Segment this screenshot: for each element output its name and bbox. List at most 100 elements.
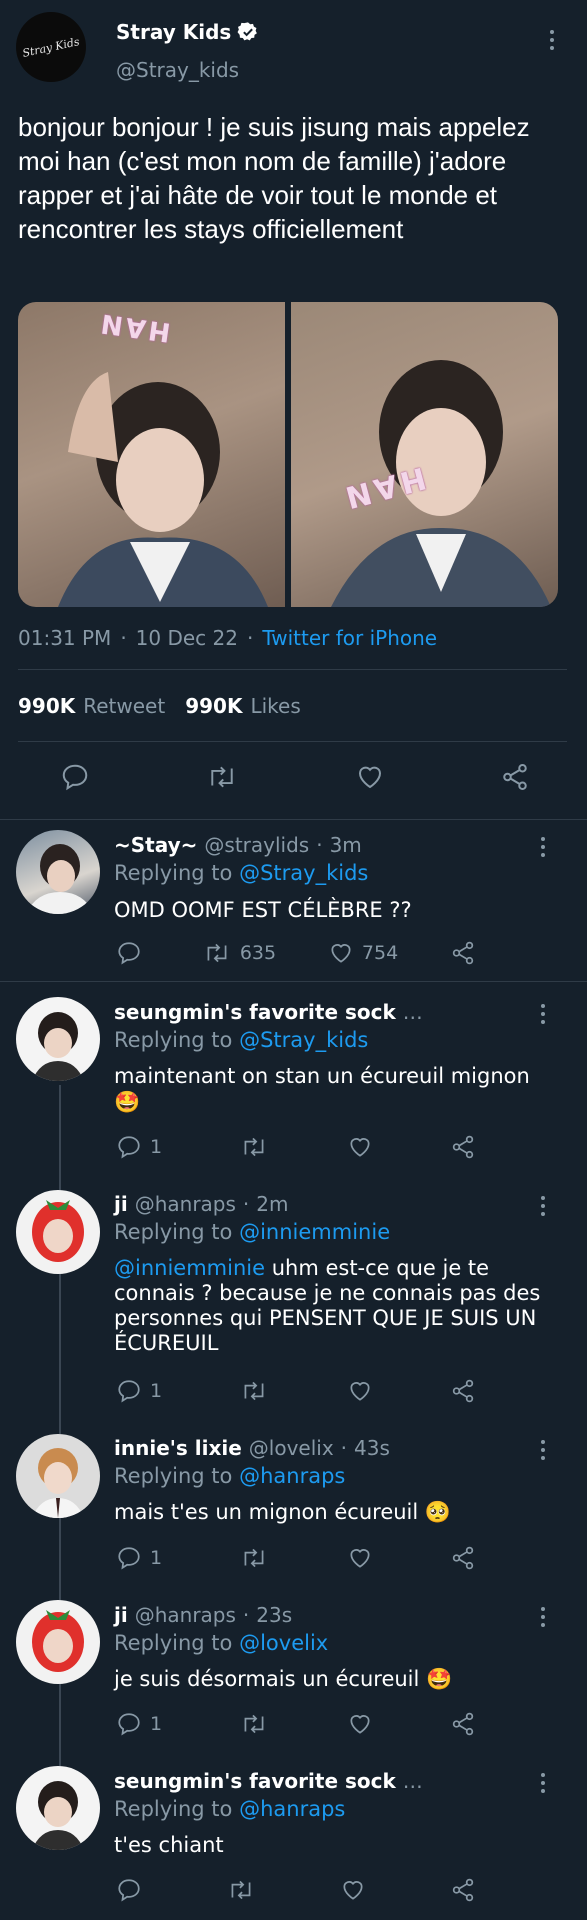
display-name[interactable]: Stray Kids (116, 20, 231, 44)
avatar[interactable] (16, 1434, 100, 1518)
more-icon[interactable] (539, 1607, 547, 1627)
tweet-media[interactable]: HAN HAN (18, 302, 558, 607)
avatar-portrait (32, 1781, 84, 1850)
reply-author-name[interactable]: innie's lixie (114, 1436, 242, 1460)
replying-to-mention[interactable]: @hanraps (239, 1464, 345, 1488)
divider (18, 669, 567, 670)
reply-button[interactable]: 1 (116, 1134, 162, 1160)
replying-to-mention[interactable]: @Stray_kids (239, 1028, 368, 1052)
reply-author-name[interactable]: seungmin's favorite sock (114, 1769, 396, 1793)
reply-header: ~Stay~ @straylids · 3m (114, 833, 362, 857)
like-icon (331, 944, 351, 963)
likes-count[interactable]: 990K (185, 694, 242, 718)
share-button[interactable] (450, 1711, 476, 1737)
share-button[interactable] (450, 1877, 476, 1903)
avatar[interactable] (16, 1190, 100, 1274)
reply-time: 2m (256, 1192, 289, 1216)
replying-to-mention[interactable]: @inniemminie (239, 1220, 390, 1244)
reply-text-block: je suis désormais un écureuil 🤩 (114, 1666, 554, 1692)
reply-icon[interactable] (60, 762, 90, 792)
reply-author-handle[interactable]: … (403, 1769, 423, 1793)
share-icon (452, 941, 474, 965)
reply-text-block: @inniemminie uhm est-ce que je te connai… (114, 1256, 554, 1356)
tweet-date: 10 Dec 22 (135, 626, 238, 650)
reply-separator: · (242, 1192, 250, 1216)
reply-author-handle[interactable]: @hanraps (135, 1603, 236, 1627)
more-icon[interactable] (539, 1004, 547, 1024)
retweet-icon[interactable] (205, 762, 239, 792)
replying-to-mention[interactable]: @Stray_kids (239, 861, 368, 885)
like-button[interactable] (347, 1711, 373, 1737)
replying-to-mention[interactable]: @lovelix (239, 1631, 328, 1655)
photo-right-figure (331, 360, 551, 607)
like-icon (350, 1138, 370, 1157)
retweet-count: 635 (239, 942, 277, 964)
more-icon[interactable] (539, 1440, 547, 1460)
retweet-button[interactable] (239, 1378, 269, 1404)
more-icon[interactable] (548, 30, 556, 50)
divider (0, 819, 587, 820)
reply-author-name[interactable]: ji (114, 1603, 128, 1627)
like-button[interactable]: 754 (328, 940, 398, 966)
more-icon[interactable] (539, 837, 547, 857)
reply-button[interactable]: 1 (116, 1711, 162, 1737)
reply-author-name[interactable]: ~Stay~ (114, 833, 197, 857)
like-button[interactable] (340, 1877, 366, 1903)
reply-text-mention[interactable]: @inniemminie (114, 1256, 265, 1280)
share-icon (452, 1712, 474, 1736)
more-icon[interactable] (539, 1196, 547, 1216)
likes-label[interactable]: Likes (250, 694, 300, 718)
photo-right[interactable]: HAN (291, 302, 558, 607)
reply-button[interactable]: 1 (116, 1378, 162, 1404)
share-button[interactable] (450, 1134, 476, 1160)
main-action-bar (60, 762, 530, 792)
tweet-source-link[interactable]: Twitter for iPhone (262, 626, 437, 650)
replying-to-label: Replying to (114, 1464, 233, 1488)
retweet-button[interactable] (239, 1134, 269, 1160)
tweet-text: bonjour bonjour ! je suis jisung mais ap… (18, 112, 530, 244)
like-button[interactable] (347, 1545, 373, 1571)
reply-text: mais t'es un mignon écureuil (114, 1500, 419, 1524)
share-icon[interactable] (500, 762, 530, 792)
reply-author-name[interactable]: ji (114, 1192, 128, 1216)
reply-text-block: t'es chiant (114, 1832, 554, 1858)
reply-author-name[interactable]: seungmin's favorite sock (114, 1000, 396, 1024)
reply-author-handle[interactable]: @lovelix (249, 1436, 334, 1460)
photo-left[interactable]: HAN (18, 302, 285, 607)
retweet-count[interactable]: 990K (18, 694, 75, 718)
reply-header: ji @hanraps · 2m (114, 1192, 289, 1216)
replying-to-line: Replying to @Stray_kids (114, 1028, 368, 1052)
reply-button[interactable]: 1 (116, 1545, 162, 1571)
avatar[interactable] (16, 997, 100, 1081)
retweet-button[interactable]: 635 (202, 940, 276, 966)
pleading-face-emoji: 🥺 (424, 1500, 452, 1524)
reply-author-handle[interactable]: @straylids (204, 833, 309, 857)
retweet-button[interactable] (239, 1711, 269, 1737)
retweet-icon (207, 943, 227, 963)
reply-header: innie's lixie @lovelix · 43s (114, 1436, 390, 1460)
retweet-button[interactable] (239, 1545, 269, 1571)
like-button[interactable] (347, 1378, 373, 1404)
like-icon[interactable] (355, 762, 385, 792)
reply-button[interactable] (116, 1877, 142, 1903)
replying-to-label: Replying to (114, 1631, 233, 1655)
divider (0, 981, 587, 982)
stray-kids-avatar[interactable]: Stray Kids (16, 12, 86, 82)
replying-to-mention[interactable]: @hanraps (239, 1797, 345, 1821)
avatar-portrait (32, 1012, 84, 1081)
reply-action-bar: 635 754 (116, 940, 476, 966)
like-button[interactable] (347, 1134, 373, 1160)
avatar[interactable] (16, 1600, 100, 1684)
avatar[interactable] (16, 1766, 100, 1850)
reply-button[interactable] (116, 940, 150, 966)
more-icon[interactable] (539, 1773, 547, 1793)
reply-author-handle[interactable]: … (403, 1000, 423, 1024)
share-button[interactable] (450, 940, 476, 966)
retweet-label[interactable]: Retweet (83, 694, 165, 718)
reply-author-handle[interactable]: @hanraps (135, 1192, 236, 1216)
author-handle[interactable]: @Stray_kids (116, 58, 239, 82)
share-button[interactable] (450, 1378, 476, 1404)
avatar[interactable] (16, 830, 100, 914)
share-button[interactable] (450, 1545, 476, 1571)
retweet-button[interactable] (226, 1877, 256, 1903)
